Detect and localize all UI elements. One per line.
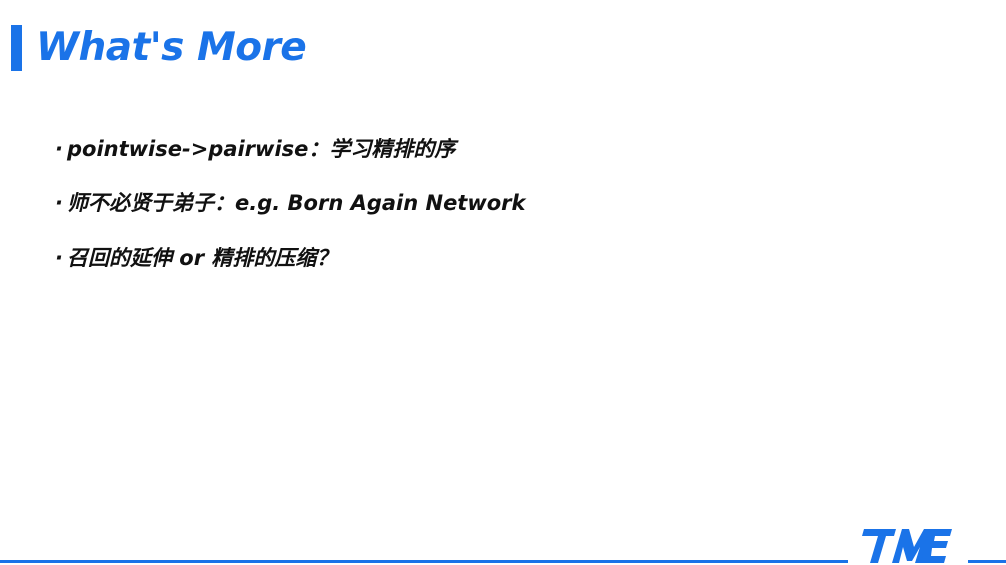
bullet-text: pointwise->pairwise：学习精排的序 [66,137,456,161]
title-accent-bar [11,25,22,71]
bullet-text: 师不必贤于弟子：e.g. Born Again Network [66,191,526,215]
bullet-text: 召回的延伸 or 精排的压缩？ [66,246,338,270]
footer-divider-left [0,560,848,563]
bullet-marker: · [55,246,63,270]
bullet-item: · 师不必贤于弟子：e.g. Born Again Network [55,189,526,217]
bullet-item: · pointwise->pairwise：学习精排的序 [55,135,455,163]
bullet-marker: · [55,137,63,161]
tme-logo-icon [862,529,952,563]
footer-divider-right [968,560,1006,563]
bullet-item: · 召回的延伸 or 精排的压缩？ [55,244,337,272]
slide-title: What's More [36,25,307,70]
bullet-marker: · [55,191,63,215]
